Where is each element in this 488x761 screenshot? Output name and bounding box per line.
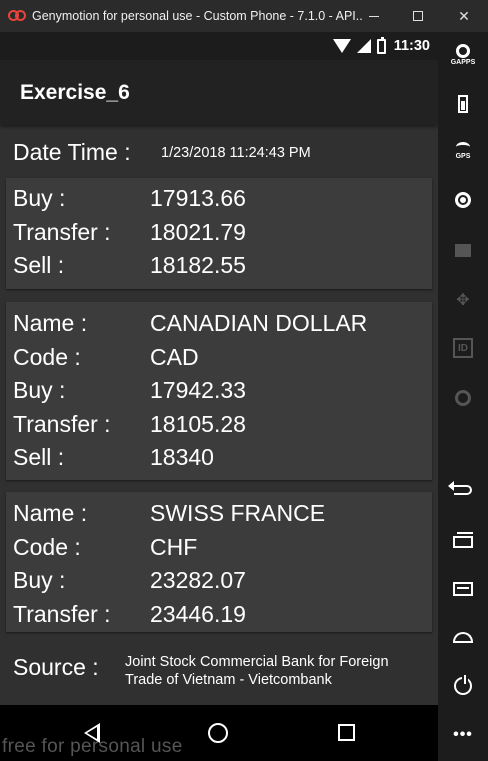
sell-label: Sell : — [13, 252, 65, 278]
maximize-icon — [413, 11, 423, 21]
sell-value: 18340 — [150, 444, 214, 470]
wifi-icon — [332, 39, 351, 53]
source-label: Source : — [13, 654, 99, 680]
toolbar-back-button[interactable] — [438, 481, 488, 495]
transfer-label: Transfer : — [13, 601, 111, 627]
buy-value: 17913.66 — [150, 185, 246, 211]
rate-card-1: Buy : 17913.66 Transfer : 18021.79 Sell … — [6, 178, 432, 289]
gapps-button[interactable]: GAPPS — [438, 44, 488, 66]
date-time-value: 1/23/2018 11:24:43 PM — [161, 145, 311, 161]
transfer-value: 18021.79 — [150, 219, 246, 245]
app-bar: Exercise_6 — [0, 60, 438, 125]
app-title: Exercise_6 — [20, 80, 130, 104]
window-title: Genymotion for personal use - Custom Pho… — [32, 9, 362, 23]
disk-io-button[interactable] — [438, 390, 488, 406]
cell-signal-icon — [356, 39, 371, 53]
code-value: CAD — [150, 344, 199, 370]
genymotion-logo-icon — [8, 10, 26, 22]
battery-icon — [458, 95, 468, 113]
transfer-value: 18105.28 — [150, 411, 246, 437]
toolbar-home-button[interactable] — [438, 632, 488, 643]
rate-card-chf: Name : SWISS FRANCE Code : CHF Buy : 232… — [6, 492, 432, 632]
gapps-label: GAPPS — [450, 59, 476, 66]
emulator-toolbar: GAPPS GPS ✥ ID ••• — [438, 32, 488, 761]
code-label: Code : — [13, 344, 81, 370]
back-arrow-icon — [448, 481, 472, 495]
minimize-button[interactable] — [354, 0, 394, 32]
power-icon — [454, 675, 472, 695]
window-titlebar: Genymotion for personal use - Custom Pho… — [0, 0, 488, 32]
date-time-row: Date Time : 1/23/2018 11:24:43 PM — [13, 139, 311, 166]
id-icon: ID — [453, 338, 473, 358]
buy-value: 23282.07 — [150, 567, 246, 593]
gapps-icon — [456, 44, 470, 58]
transfer-value: 23446.19 — [150, 601, 246, 627]
transfer-label: Transfer : — [13, 219, 111, 245]
minimize-icon — [369, 15, 379, 17]
clapperboard-icon — [455, 244, 471, 257]
buy-label: Buy : — [13, 185, 66, 211]
recent-apps-button[interactable] — [338, 724, 355, 741]
menu-icon — [453, 582, 473, 596]
toolbar-power-button[interactable] — [438, 675, 488, 695]
home-icon — [453, 632, 473, 643]
buy-value: 17942.33 — [150, 377, 246, 403]
code-label: Code : — [13, 534, 81, 560]
close-button[interactable]: ✕ — [444, 0, 484, 32]
more-icon: ••• — [453, 726, 473, 743]
name-label: Name : — [13, 500, 88, 526]
gps-widget-button[interactable]: GPS — [438, 142, 488, 160]
dpad-icon: ✥ — [456, 292, 470, 309]
id-label: ID — [458, 342, 468, 354]
close-icon: ✕ — [458, 7, 470, 24]
capture-widget-button[interactable] — [438, 244, 488, 257]
android-status-bar: 11:30 — [0, 32, 438, 60]
toolbar-recent-button[interactable] — [438, 532, 488, 548]
webcam-icon — [455, 192, 471, 208]
phone-screen: 11:30 Exercise_6 Date Time : 1/23/2018 1… — [0, 32, 438, 705]
gps-label: GPS — [455, 153, 471, 160]
date-time-label: Date Time : — [13, 139, 131, 165]
transfer-label: Transfer : — [13, 411, 111, 437]
gps-icon — [456, 142, 470, 152]
main-content[interactable]: Date Time : 1/23/2018 11:24:43 PM Buy : … — [0, 125, 438, 705]
maximize-button[interactable] — [398, 0, 438, 32]
toolbar-menu-button[interactable] — [438, 582, 488, 596]
sell-label: Sell : — [13, 444, 65, 470]
buy-label: Buy : — [13, 377, 66, 403]
recent-apps-icon — [453, 532, 473, 548]
battery-icon — [376, 36, 386, 54]
disk-icon — [455, 390, 471, 406]
home-button[interactable] — [208, 723, 228, 743]
toolbar-more-button[interactable]: ••• — [438, 726, 488, 744]
remote-control-button[interactable]: ✥ — [438, 290, 488, 310]
device-id-button[interactable]: ID — [438, 338, 488, 358]
buy-label: Buy : — [13, 567, 66, 593]
name-value: SWISS FRANCE — [150, 500, 326, 526]
status-clock: 11:30 — [393, 38, 430, 54]
sell-value: 18182.55 — [150, 252, 246, 278]
watermark-text: free for personal use — [2, 736, 183, 757]
battery-widget-button[interactable] — [438, 95, 488, 113]
rate-card-cad: Name : CANADIAN DOLLAR Code : CAD Buy : … — [6, 302, 432, 480]
name-label: Name : — [13, 310, 88, 336]
source-value: Joint Stock Commercial Bank for Foreign … — [125, 654, 389, 688]
name-value: CANADIAN DOLLAR — [150, 310, 368, 336]
code-value: CHF — [150, 534, 198, 560]
webcam-widget-button[interactable] — [438, 192, 488, 208]
